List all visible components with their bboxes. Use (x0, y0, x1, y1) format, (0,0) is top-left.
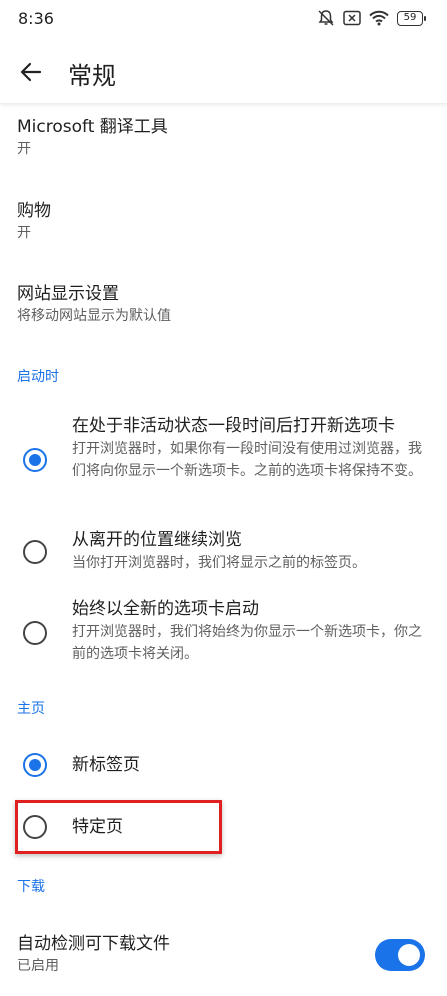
site-display-setting-title: 网站显示设置 (17, 284, 119, 304)
shopping-setting[interactable]: 购物 开 (17, 199, 427, 244)
status-time: 8:36 (18, 9, 54, 28)
radio-button[interactable] (23, 448, 47, 472)
homepage-option-new-tab[interactable]: 新标签页 (0, 740, 447, 790)
battery-icon: 59 (397, 10, 426, 26)
auto-detect-downloads-toggle[interactable] (375, 939, 425, 971)
auto-detect-downloads-summary: 已启用 (17, 958, 59, 974)
startup-section-header: 启动时 (17, 369, 59, 385)
shopping-setting-title: 购物 (17, 201, 51, 221)
auto-detect-downloads-setting[interactable]: 自动检测可下载文件 已启用 (17, 932, 427, 977)
translator-setting-summary: 开 (17, 141, 31, 157)
shopping-setting-summary: 开 (17, 225, 31, 241)
startup-option-continue[interactable]: 从离开的位置继续浏览 当你打开浏览器时，我们将显示之前的标签页。 (0, 528, 447, 576)
radio-option-title: 在处于非活动状态一段时间后打开新选项卡 (72, 416, 395, 436)
back-arrow-icon (20, 62, 42, 82)
highlight-box (15, 800, 222, 854)
radio-button[interactable] (23, 753, 47, 777)
translator-setting[interactable]: Microsoft 翻译工具 开 (17, 115, 427, 160)
radio-option-title: 新标签页 (72, 755, 140, 775)
status-icons: 59 (317, 9, 426, 27)
wifi-icon (369, 10, 389, 26)
site-display-setting-summary: 将移动网站显示为默认值 (17, 308, 171, 324)
back-button[interactable] (14, 55, 48, 89)
radio-button[interactable] (23, 540, 47, 564)
radio-option-description: 当你打开浏览器时，我们将显示之前的标签页。 (72, 555, 366, 571)
startup-option-new-tab-after-inactive[interactable]: 在处于非活动状态一段时间后打开新选项卡 打开浏览器时，如果你有一段时间没有使用过… (0, 412, 447, 508)
startup-option-always-new-tab[interactable]: 始终以全新的选项卡启动 打开浏览器时，我们将始终为你显示一个新选项卡，你之前的选… (0, 597, 447, 669)
site-display-setting[interactable]: 网站显示设置 将移动网站显示为默认值 (17, 282, 427, 327)
translator-setting-title: Microsoft 翻译工具 (17, 117, 168, 137)
radio-option-description: 打开浏览器时，我们将始终为你显示一个新选项卡，你之前的选项卡将关闭。 (72, 624, 422, 662)
radio-option-description: 打开浏览器时，如果你有一段时间没有使用过浏览器，我们将向你显示一个新选项卡。之前… (72, 441, 422, 479)
radio-option-title: 始终以全新的选项卡启动 (72, 599, 259, 619)
status-bar: 8:36 59 (0, 0, 447, 38)
bell-muted-icon (318, 10, 334, 26)
radio-option-title: 从离开的位置继续浏览 (72, 530, 242, 550)
page-title: 常规 (68, 62, 116, 90)
radio-button[interactable] (23, 621, 47, 645)
auto-detect-downloads-title: 自动检测可下载文件 (17, 934, 170, 954)
sim-off-icon (343, 10, 361, 26)
downloads-section-header: 下载 (17, 879, 45, 895)
app-bar: 常规 (0, 38, 447, 104)
homepage-section-header: 主页 (17, 701, 45, 717)
